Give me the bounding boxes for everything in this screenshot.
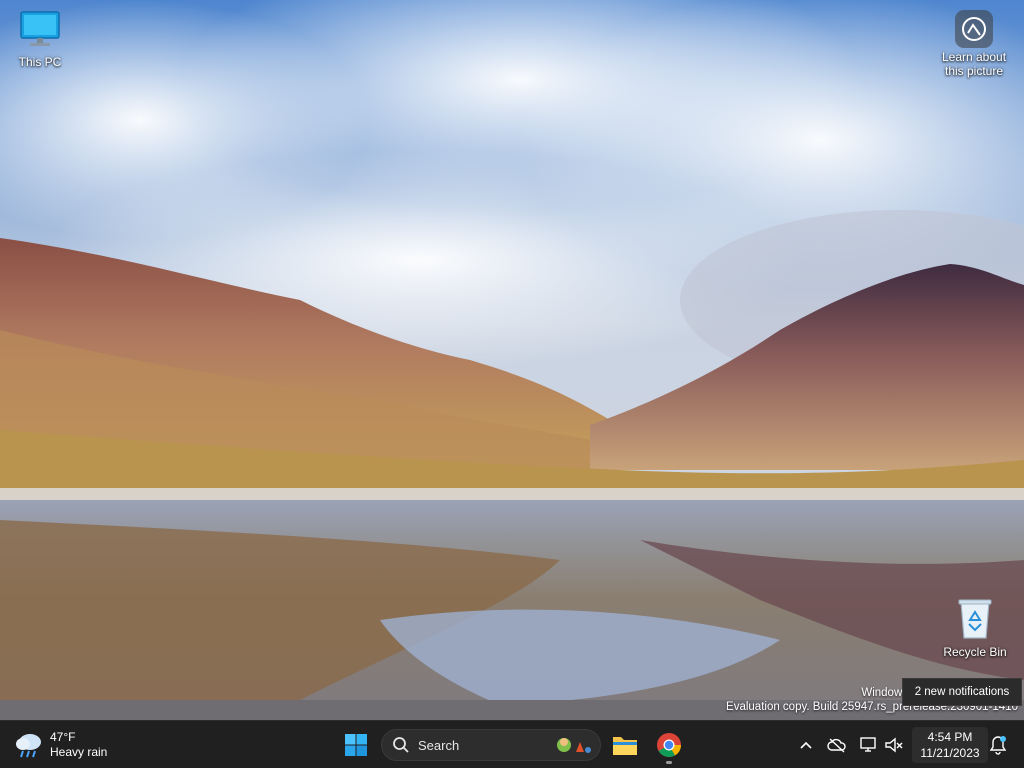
clock-date-button[interactable]: 4:54 PM 11/21/2023	[912, 727, 988, 763]
file-explorer-button[interactable]	[605, 725, 645, 765]
folder-icon	[613, 737, 637, 755]
weather-widget[interactable]: 47°F Heavy rain	[14, 727, 107, 763]
running-indicator	[666, 761, 672, 764]
learn-label-line1: Learn about	[941, 50, 1007, 64]
learn-label-line2: this picture	[944, 64, 1004, 78]
google-chrome-button[interactable]	[649, 725, 689, 765]
weather-condition: Heavy rain	[50, 745, 108, 759]
recycle-bin-label: Recycle Bin	[943, 645, 1007, 659]
monitor-icon	[20, 11, 60, 46]
notification-bell-icon[interactable]	[984, 731, 1012, 759]
chevron-up-icon[interactable]	[796, 735, 816, 755]
cloud-offline-icon[interactable]	[827, 735, 847, 755]
search-placeholder: Search	[418, 737, 460, 753]
camera-aperture-icon	[955, 10, 993, 48]
windows-logo-icon	[345, 734, 367, 756]
this-pc-label: This PC	[18, 55, 62, 69]
taskbar: 47°F Heavy rain Search 4:54 PM 11/21/202…	[0, 720, 1024, 768]
weather-temperature: 47°F	[50, 730, 76, 744]
learn-about-picture-icon[interactable]: Learn about this picture	[934, 10, 1014, 78]
volume-muted-icon[interactable]	[884, 735, 904, 755]
weather-rain-icon	[16, 734, 41, 758]
this-pc-desktop-icon[interactable]: This PC	[0, 10, 80, 69]
network-icon[interactable]	[859, 735, 879, 755]
search-box[interactable]: Search	[381, 729, 601, 761]
notification-tooltip: 2 new notifications	[902, 678, 1022, 706]
search-icon	[393, 737, 409, 753]
recycle-bin-desktop-icon[interactable]: Recycle Bin	[935, 598, 1015, 659]
wallpaper	[0, 0, 1024, 720]
chrome-icon	[657, 733, 681, 758]
clock-date: 11/21/2023	[920, 746, 980, 760]
search-highlight-icon	[557, 738, 591, 753]
clock-time: 4:54 PM	[927, 730, 973, 744]
watermark-line1: Windows	[861, 687, 908, 699]
recycle-bin-icon	[958, 599, 992, 639]
start-button[interactable]	[336, 725, 376, 765]
desktop[interactable]: This PC Learn about this picture Recycle…	[0, 0, 1024, 720]
